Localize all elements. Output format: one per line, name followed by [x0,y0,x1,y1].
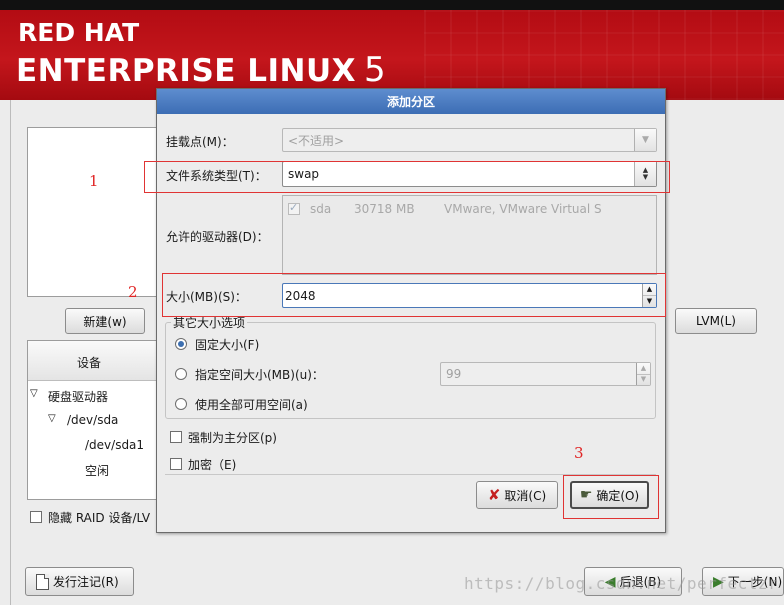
mount-point-value: <不适用> [288,133,345,148]
cancel-label: 取消(C) [504,488,547,503]
force-primary-checkbox[interactable] [170,431,182,443]
release-notes-label: 发行注记(R) [53,575,119,589]
watermark-text: https://blog.csdn.net/perfectzr [464,574,779,593]
cancel-button[interactable]: ✘ 取消(C) [476,481,558,509]
drive-size: 30718 MB [354,202,415,216]
new-partition-button[interactable]: 新建(w) [65,308,145,334]
mount-point-combo[interactable]: <不适用> ▼ [282,128,657,152]
cancel-x-icon: ✘ [487,486,501,504]
tree-item-free[interactable]: 空闲 [85,462,109,479]
fill-all-radio[interactable] [175,398,187,410]
device-header-label: 设备 [77,356,102,370]
expander-triangle-icon[interactable]: ▽ [30,388,38,399]
annotation-number-2: 2 [128,283,138,301]
partition-graph-area [27,127,157,297]
hide-raid-label: 隐藏 RAID 设备/LV [48,511,151,525]
fixed-size-label: 固定大小(F) [195,338,260,352]
fill-max-radio[interactable] [175,368,187,380]
fixed-size-radio[interactable] [175,338,187,350]
document-icon [36,573,49,590]
allowed-drives-label: 允许的驱动器(D)： [166,230,269,244]
dropdown-arrow-icon: ▼ [634,129,656,151]
spin-buttons[interactable]: ▲ ▼ [636,363,650,385]
banner-pattern [424,10,784,100]
drive-sda-checkbox[interactable] [288,201,300,215]
hide-raid-checkbox[interactable] [30,511,42,523]
annotation-box-1 [144,161,670,193]
force-primary-label: 强制为主分区(p) [188,431,277,445]
lvm-label: LVM(L) [696,314,736,328]
fill-max-value: 99 [446,367,462,381]
dialog-title: 添加分区 [386,95,435,109]
fill-all-label: 使用全部可用空间(a) [195,398,308,412]
lvm-button[interactable]: LVM(L) [675,308,757,334]
expander-triangle-icon[interactable]: ▽ [48,413,56,424]
encrypt-checkbox[interactable] [170,458,182,470]
annotation-number-3: 3 [574,444,584,462]
brand-enterprise-linux: ENTERPRISE LINUX 5 [16,50,386,90]
dialog-title-bar[interactable]: 添加分区 [157,89,665,114]
annotation-number-1: 1 [89,172,99,190]
brand-product: ENTERPRISE LINUX [16,53,357,89]
drive-model: VMware, VMware Virtual S [444,202,602,216]
allowed-drives-list[interactable]: sda 30718 MB VMware, VMware Virtual S [282,195,657,275]
drive-name: sda [310,202,332,216]
tree-item-dev-sda[interactable]: /dev/sda [67,413,118,427]
brand-version: 5 [364,50,387,90]
tree-item-dev-sda1[interactable]: /dev/sda1 [85,438,144,452]
spin-up-icon[interactable]: ▲ [637,363,650,374]
fill-max-spinbox[interactable]: 99 ▲ ▼ [440,362,651,386]
brand-red-hat: RED HAT [18,18,140,47]
annotation-box-3 [563,475,659,519]
annotation-box-2 [162,273,666,317]
new-partition-label: 新建(w) [83,314,127,329]
encrypt-label: 加密（E) [188,458,237,472]
release-notes-button[interactable]: 发行注记(R) [25,567,134,596]
spin-down-icon[interactable]: ▼ [637,373,650,386]
tree-item-hard-drives[interactable]: 硬盘驱动器 [48,388,108,405]
mount-point-label: 挂载点(M)： [166,135,234,149]
fill-max-label: 指定空间大小(MB)(u)： [195,368,324,382]
